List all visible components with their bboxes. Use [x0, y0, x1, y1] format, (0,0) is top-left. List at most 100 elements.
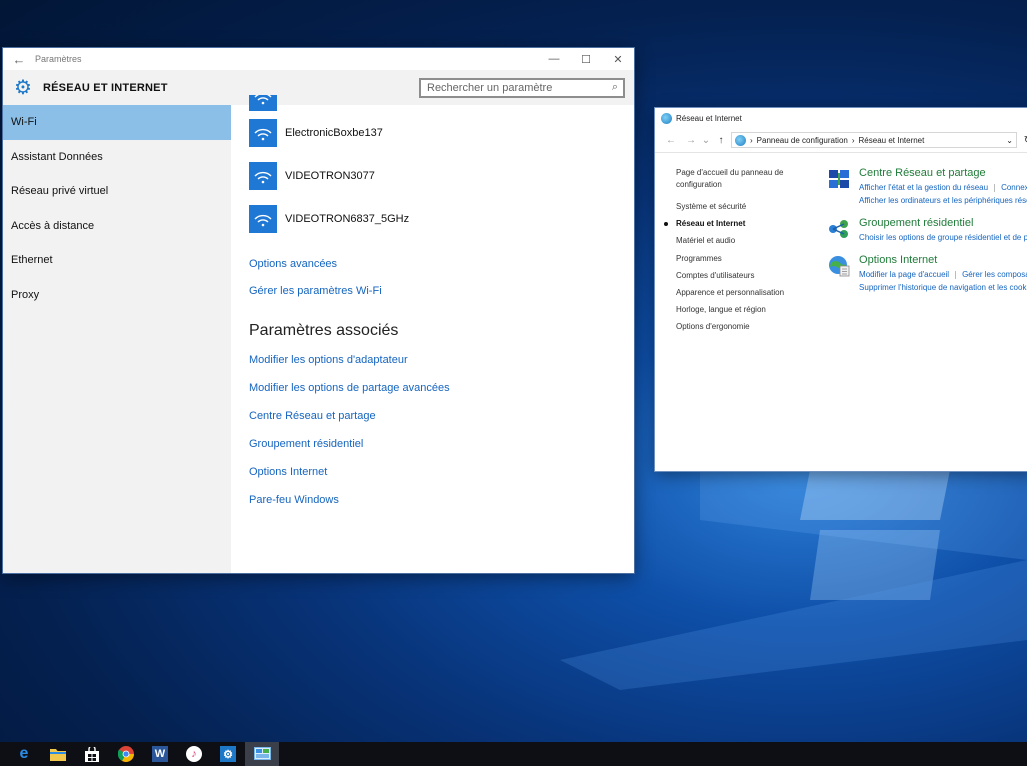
adapter-options-link[interactable]: Modifier les options d'adaptateur: [249, 354, 634, 366]
homegroup-section: Groupement résidentiel Choisir les optio…: [827, 217, 1027, 244]
up-arrow-icon[interactable]: ↑: [711, 135, 731, 146]
sidebar-item-vpn[interactable]: Réseau privé virtuel: [3, 174, 231, 209]
delete-history-link[interactable]: Supprimer l'historique de navigation et …: [859, 281, 1027, 294]
recent-dropdown-icon[interactable]: ⌄: [701, 135, 711, 146]
minimize-button[interactable]: —: [538, 53, 570, 65]
homegroup-icon: [829, 220, 849, 238]
breadcrumb[interactable]: › Panneau de configuration › Réseau et I…: [731, 132, 1017, 148]
back-arrow-icon[interactable]: ←: [3, 52, 35, 67]
taskbar-item-control-panel[interactable]: [245, 742, 279, 766]
associated-settings-heading: Paramètres associés: [249, 322, 399, 339]
sidebar-item-network-internet[interactable]: Réseau et Internet: [664, 218, 821, 235]
settings-icon: ⚙: [220, 746, 236, 762]
taskbar-item-chrome[interactable]: [109, 742, 143, 766]
chrome-icon: [118, 746, 134, 762]
homegroup-options-link[interactable]: Choisir les options de groupe résidentie…: [859, 231, 1027, 244]
homegroup-title[interactable]: Groupement résidentiel: [859, 217, 1027, 229]
sidebar-item-hardware-audio[interactable]: Matériel et audio: [676, 235, 821, 252]
network-center-title[interactable]: Centre Réseau et partage: [859, 167, 1027, 179]
internet-options-link[interactable]: Options Internet: [249, 466, 634, 478]
manage-wifi-settings-link[interactable]: Gérer les paramètres Wi-Fi: [249, 285, 634, 297]
taskbar-item-word[interactable]: W: [143, 742, 177, 766]
network-item[interactable]: VIDEOTRON6837_5GHz: [249, 197, 634, 240]
sidebar-item-user-accounts[interactable]: Comptes d'utilisateurs: [676, 270, 821, 287]
settings-window-title: Paramètres: [35, 54, 82, 64]
control-panel-sidebar: Page d'accueil du panneau de configurati…: [655, 167, 821, 339]
sidebar-item-system-security[interactable]: Système et sécurité: [676, 201, 821, 218]
sidebar-item-ease-of-access[interactable]: Options d'ergonomie: [676, 321, 821, 338]
current-item-bullet: [664, 222, 668, 227]
taskbar-item-settings[interactable]: ⚙: [211, 742, 245, 766]
close-button[interactable]: ✕: [602, 53, 634, 66]
link-divider: [955, 270, 957, 279]
sidebar-item-data-assistant[interactable]: Assistant Données: [3, 140, 231, 175]
word-icon: W: [152, 746, 168, 762]
control-panel-titlebar: Réseau et Internet: [655, 108, 1027, 128]
search-input[interactable]: [421, 80, 612, 95]
advanced-sharing-link[interactable]: Modifier les options de partage avancées: [249, 382, 634, 394]
taskbar: e W ♪ ⚙: [0, 742, 1027, 766]
maximize-button[interactable]: ☐: [570, 53, 602, 66]
sidebar-item-clock-language[interactable]: Horloge, langue et région: [676, 304, 821, 321]
itunes-icon: ♪: [186, 746, 202, 762]
network-globe-icon: [661, 112, 672, 124]
advanced-options-link[interactable]: Options avancées: [249, 258, 634, 270]
taskbar-item-itunes[interactable]: ♪: [177, 742, 211, 766]
breadcrumb-separator-icon: ›: [750, 135, 753, 145]
page-title: RÉSEAU ET INTERNET: [43, 81, 168, 94]
file-explorer-icon: [50, 749, 66, 761]
sidebar-item-ethernet[interactable]: Ethernet: [3, 243, 231, 278]
refresh-icon[interactable]: ↻: [1021, 135, 1027, 146]
sidebar-item-appearance[interactable]: Apparence et personnalisation: [676, 287, 821, 304]
forward-arrow-icon[interactable]: →: [681, 135, 701, 146]
control-panel-icon: [735, 134, 746, 146]
control-panel-content: Centre Réseau et partage Afficher l'état…: [821, 167, 1027, 339]
sidebar-item-label: Wi-Fi: [11, 116, 37, 129]
wifi-icon: [249, 95, 277, 111]
sidebar-item-label: Réseau privé virtuel: [11, 185, 109, 198]
view-computers-link[interactable]: Afficher les ordinateurs et les périphér…: [859, 194, 1027, 207]
sidebar-item-remote-access[interactable]: Accès à distance: [3, 209, 231, 244]
network-item[interactable]: VIDEOTRON3077: [249, 154, 634, 197]
taskbar-item-file-explorer[interactable]: [41, 742, 75, 766]
sidebar-item-wifi[interactable]: Wi-Fi: [3, 105, 231, 140]
connect-link[interactable]: Connexi: [1001, 183, 1027, 192]
sidebar-item-label: Ethernet: [11, 254, 53, 267]
edge-icon: e: [19, 745, 29, 762]
control-panel-window: Réseau et Internet ← → ⌄ ↑ › Panneau de …: [655, 108, 1027, 471]
breadcrumb-item[interactable]: Réseau et Internet: [859, 136, 925, 145]
control-panel-title: Réseau et Internet: [676, 113, 742, 123]
breadcrumb-separator-icon: ›: [851, 135, 855, 145]
search-icon[interactable]: ⌕: [612, 81, 623, 94]
view-network-status-link[interactable]: Afficher l'état et la gestion du réseau: [859, 183, 988, 192]
sidebar-item-home[interactable]: Page d'accueil du panneau de configurati…: [676, 167, 821, 201]
breadcrumb-item[interactable]: Panneau de configuration: [757, 136, 848, 145]
change-home-page-link[interactable]: Modifier la page d'accueil: [859, 270, 949, 279]
gear-icon: ⚙: [14, 77, 32, 99]
sidebar-item-label: Proxy: [11, 288, 40, 301]
wifi-icon: [249, 118, 277, 147]
link-divider: [994, 183, 996, 192]
store-icon: [85, 746, 99, 762]
wifi-icon: [249, 204, 277, 233]
network-name: VIDEOTRON6837_5GHz: [285, 212, 410, 225]
settings-sidebar: Wi-Fi Assistant Données Réseau privé vir…: [3, 105, 231, 573]
address-dropdown-icon[interactable]: ⌄: [1006, 136, 1016, 145]
back-arrow-icon[interactable]: ←: [661, 135, 681, 146]
homegroup-link[interactable]: Groupement résidentiel: [249, 438, 634, 450]
sidebar-item-programs[interactable]: Programmes: [676, 253, 821, 270]
windows-firewall-link[interactable]: Pare-feu Windows: [249, 494, 634, 506]
network-item-partial[interactable]: [249, 95, 634, 111]
network-sharing-center-link[interactable]: Centre Réseau et partage: [249, 410, 634, 422]
sidebar-item-label: Accès à distance: [11, 219, 95, 232]
settings-content: ElectronicBoxbe137 VIDEOTRON3077 VIDEOTR…: [231, 95, 634, 573]
manage-addons-link[interactable]: Gérer les composa: [962, 270, 1027, 279]
internet-options-title[interactable]: Options Internet: [859, 254, 1027, 266]
taskbar-item-edge[interactable]: e: [7, 742, 41, 766]
network-center-section: Centre Réseau et partage Afficher l'état…: [827, 167, 1027, 207]
internet-options-section: Options Internet Modifier la page d'accu…: [827, 254, 1027, 294]
network-item[interactable]: ElectronicBoxbe137: [249, 111, 634, 154]
address-bar-row: ← → ⌄ ↑ › Panneau de configuration › Rés…: [655, 128, 1027, 153]
sidebar-item-proxy[interactable]: Proxy: [3, 278, 231, 313]
taskbar-item-store[interactable]: [75, 742, 109, 766]
